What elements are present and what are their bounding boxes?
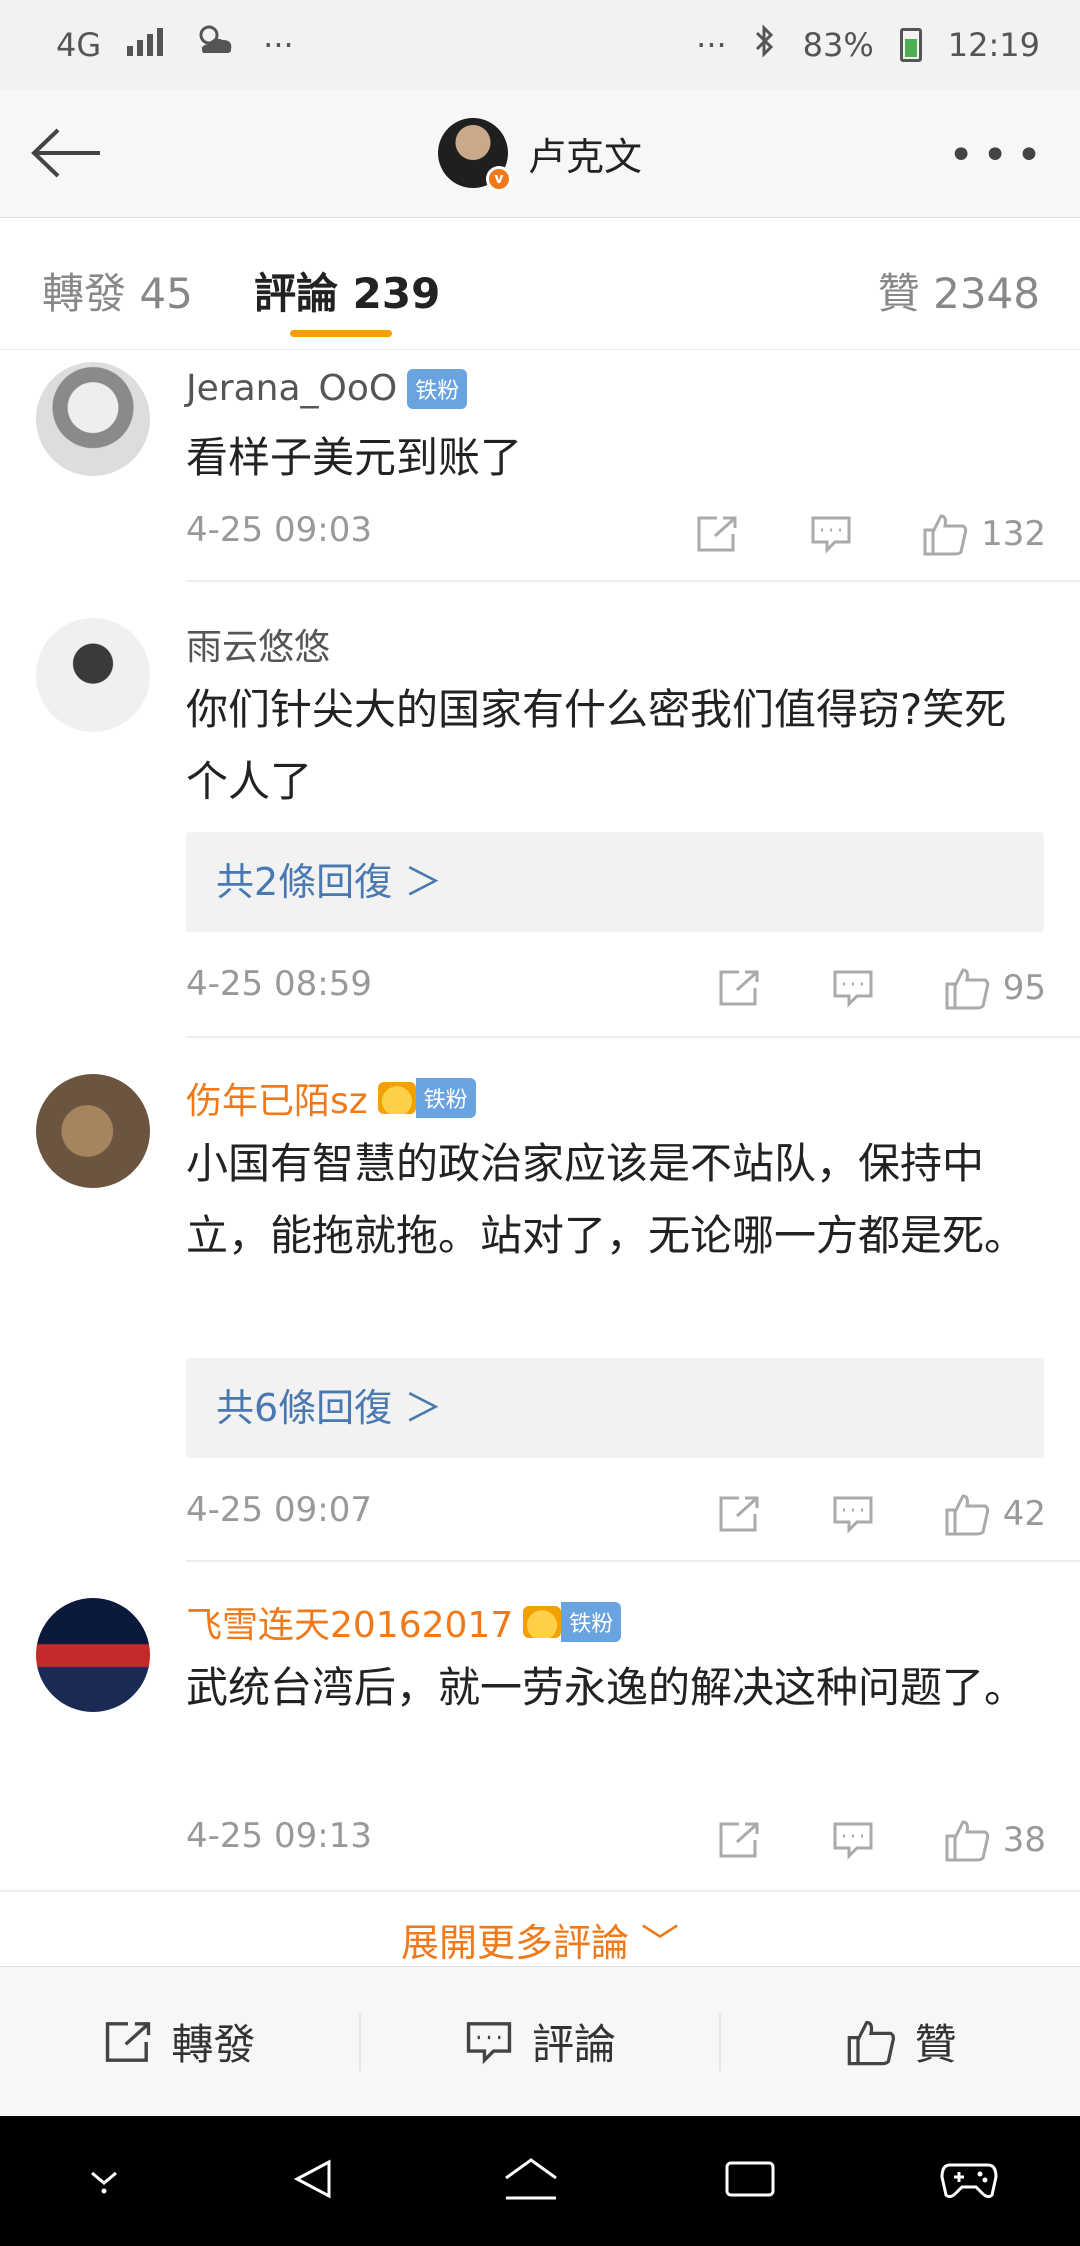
comment-username[interactable]: Jerana_OoO 铁粉	[186, 368, 468, 409]
reply-icon[interactable]	[825, 960, 881, 1016]
home-nav-icon[interactable]	[502, 2154, 560, 2208]
back-arrow-icon[interactable]	[26, 118, 106, 188]
repost-button[interactable]: 轉發	[0, 2011, 359, 2072]
comment-time: 4-25 09:07	[186, 1490, 372, 1530]
comment-username[interactable]: 飞雪连天20162017 铁粉	[186, 1596, 622, 1648]
avatar[interactable]	[36, 1598, 150, 1712]
member-badge: 铁粉	[523, 1602, 622, 1642]
comment-meta: 4-25 08:59 95	[186, 964, 1046, 1014]
reply-icon[interactable]	[825, 1486, 881, 1542]
weather-icon	[193, 23, 237, 67]
comment-meta: 4-25 09:03 132	[186, 510, 1046, 560]
fan-badge: 铁粉	[561, 1602, 622, 1642]
share-icon[interactable]	[711, 1486, 767, 1542]
repost-icon	[106, 2021, 151, 2062]
divider	[0, 1890, 1080, 1892]
bluetooth-icon	[753, 24, 777, 66]
avatar[interactable]	[36, 362, 150, 476]
avatar[interactable]	[36, 1074, 150, 1188]
tab-repost[interactable]: 轉發 45	[42, 260, 193, 321]
avatar[interactable]	[36, 618, 150, 732]
divider	[186, 1036, 1080, 1038]
network-4g-icon: 4G	[56, 26, 102, 64]
header-bar: v 卢克文 •••	[0, 90, 1080, 218]
verified-badge: v	[486, 166, 512, 192]
like-count: 38	[1002, 1820, 1046, 1860]
back-nav-icon[interactable]	[289, 2154, 339, 2208]
comment-meta: 4-25 09:07 42	[186, 1490, 1046, 1540]
status-overflow-icon: ···	[263, 26, 294, 64]
comment-text: 武统台湾后，就一劳永逸的解决这种问题了。	[186, 1663, 1027, 1712]
share-icon[interactable]	[711, 1812, 767, 1868]
tab-comments[interactable]: 評論 239	[254, 260, 440, 321]
tab-indicator	[290, 330, 392, 337]
like-count: 42	[1002, 1494, 1046, 1534]
view-replies-button[interactable]: 共2條回復 ＞	[186, 832, 1044, 932]
comment-text: 你们针尖大的国家有什么密我们值得窃?笑死个人了	[186, 685, 1007, 806]
more-options-icon[interactable]: •••	[948, 130, 1050, 181]
comment-label: 評論	[532, 2020, 617, 2069]
repost-label: 轉發	[171, 2020, 256, 2069]
hide-keyboard-icon[interactable]	[82, 2157, 126, 2205]
page-title: 卢克文	[528, 134, 643, 179]
comment-meta: 4-25 09:13 38	[186, 1816, 1046, 1866]
like-icon[interactable]	[939, 1812, 995, 1868]
like-label: 贊	[914, 2020, 957, 2069]
comment-username[interactable]: 伤年已陌sz 铁粉	[186, 1072, 476, 1124]
comment-button[interactable]: 評論	[361, 2011, 720, 2072]
bottom-action-bar: 轉發 評論 贊	[0, 1966, 1080, 2116]
clock: 12:19	[947, 26, 1040, 64]
expand-more-comments-button[interactable]: 展開更多評論 ﹀	[0, 1912, 1080, 1967]
share-icon[interactable]	[689, 506, 745, 562]
comment-username[interactable]: 雨云悠悠	[186, 618, 330, 670]
status-bar: 4G ··· ··· 83% 12:19	[0, 0, 1080, 90]
like-count: 132	[981, 514, 1046, 554]
thumbs-up-icon	[847, 2020, 895, 2065]
divider	[186, 1560, 1080, 1562]
fan-badge: 铁粉	[415, 1078, 476, 1118]
comment-time: 4-25 09:03	[186, 510, 372, 550]
tab-likes[interactable]: 贊 2348	[878, 260, 1040, 321]
reply-icon[interactable]	[825, 1812, 881, 1868]
comment-text: 看样子美元到账了	[186, 433, 523, 482]
view-replies-button[interactable]: 共6條回復 ＞	[186, 1358, 1044, 1458]
game-controller-icon[interactable]	[940, 2157, 998, 2205]
reply-icon[interactable]	[803, 506, 859, 562]
comment-icon	[466, 2021, 512, 2064]
crown-icon	[523, 1606, 562, 1638]
comment-time: 4-25 09:13	[186, 1816, 372, 1856]
like-icon[interactable]	[939, 960, 995, 1016]
comment-time: 4-25 08:59	[186, 964, 372, 1004]
avatar[interactable]: v	[438, 118, 512, 192]
like-count: 95	[1002, 968, 1046, 1008]
battery-percent: 83%	[802, 26, 874, 64]
share-icon[interactable]	[711, 960, 767, 1016]
crown-icon	[377, 1082, 416, 1114]
fan-badge: 铁粉	[407, 368, 468, 409]
profile-title[interactable]: v 卢克文	[438, 118, 643, 192]
signal-icon	[127, 26, 167, 64]
overflow-dots-icon: ···	[696, 26, 727, 64]
recents-nav-icon[interactable]	[723, 2157, 777, 2205]
divider	[186, 580, 1080, 582]
comment-text: 小国有智慧的政治家应该是不站队，保持中立，能拖就拖。站对了，无论哪一方都是死。	[186, 1139, 1027, 1260]
system-navigation-bar	[0, 2116, 1080, 2246]
battery-icon	[899, 28, 922, 62]
like-icon[interactable]	[917, 506, 973, 562]
member-badge: 铁粉	[377, 1078, 476, 1118]
like-button[interactable]: 贊	[721, 2011, 1080, 2072]
like-icon[interactable]	[939, 1486, 995, 1542]
tab-bar: 轉發 45 評論 239 贊 2348	[0, 218, 1080, 350]
